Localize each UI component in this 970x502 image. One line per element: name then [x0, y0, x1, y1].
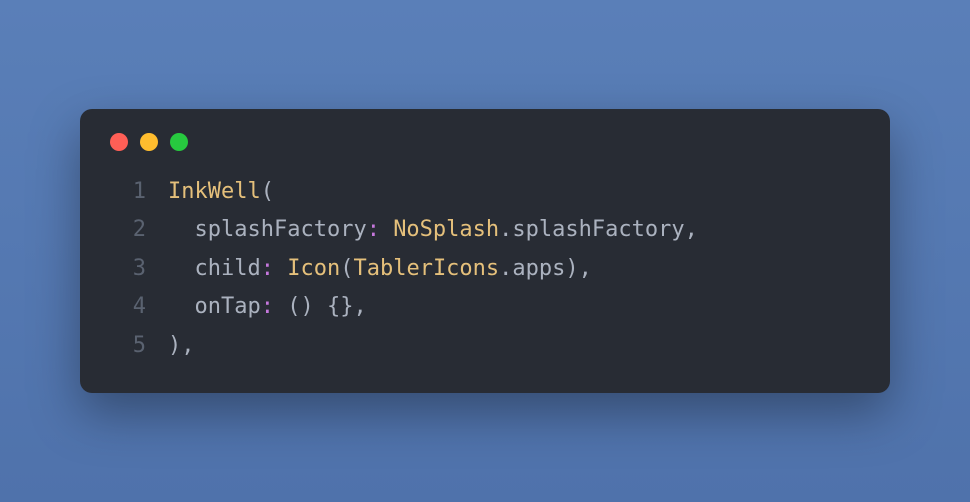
token-punct: ): [565, 256, 578, 281]
token-punct: ,: [579, 256, 592, 281]
line-content: child: Icon(TablerIcons.apps),: [168, 250, 592, 289]
token-class: TablerIcons: [353, 256, 499, 281]
line-number: 4: [108, 288, 146, 327]
code-block: 1InkWell(2 splashFactory: NoSplash.splas…: [108, 173, 862, 366]
code-line: 3 child: Icon(TablerIcons.apps),: [108, 250, 862, 289]
token-method: splashFactory: [512, 217, 684, 242]
token-punct: (: [340, 256, 353, 281]
token-prop: child: [195, 256, 261, 281]
token-punct: ),: [168, 333, 195, 358]
minimize-icon[interactable]: [140, 133, 158, 151]
line-number: 1: [108, 173, 146, 212]
maximize-icon[interactable]: [170, 133, 188, 151]
token-plain: () {},: [274, 294, 367, 319]
token-class: Icon: [287, 256, 340, 281]
code-line: 2 splashFactory: NoSplash.splashFactory,: [108, 211, 862, 250]
token-prop: onTap: [195, 294, 261, 319]
token-colon: :: [261, 256, 274, 281]
code-line: 1 InkWell(: [108, 173, 862, 212]
token-punct: ,: [685, 217, 698, 242]
token-punct: .: [499, 217, 512, 242]
window-titlebar: [110, 133, 862, 151]
token-punct: .: [499, 256, 512, 281]
code-window: 1InkWell(2 splashFactory: NoSplash.splas…: [80, 109, 890, 394]
token-method: apps: [512, 256, 565, 281]
line-content: ),: [168, 327, 195, 366]
line-content: InkWell(: [168, 173, 274, 212]
line-content: splashFactory: NoSplash.splashFactory,: [168, 211, 698, 250]
token-prop: splashFactory: [195, 217, 367, 242]
code-line: 5),: [108, 327, 862, 366]
token-punct: (: [261, 179, 274, 204]
code-line: 4 onTap: () {},: [108, 288, 862, 327]
close-icon[interactable]: [110, 133, 128, 151]
token-colon: :: [367, 217, 380, 242]
token-plain: [274, 256, 287, 281]
line-content: onTap: () {},: [168, 288, 367, 327]
token-colon: :: [261, 294, 274, 319]
line-number: 2: [108, 211, 146, 250]
line-number: 5: [108, 327, 146, 366]
token-plain: [380, 217, 393, 242]
token-class: NoSplash: [393, 217, 499, 242]
token-class: InkWell: [168, 179, 261, 204]
line-number: 3: [108, 250, 146, 289]
